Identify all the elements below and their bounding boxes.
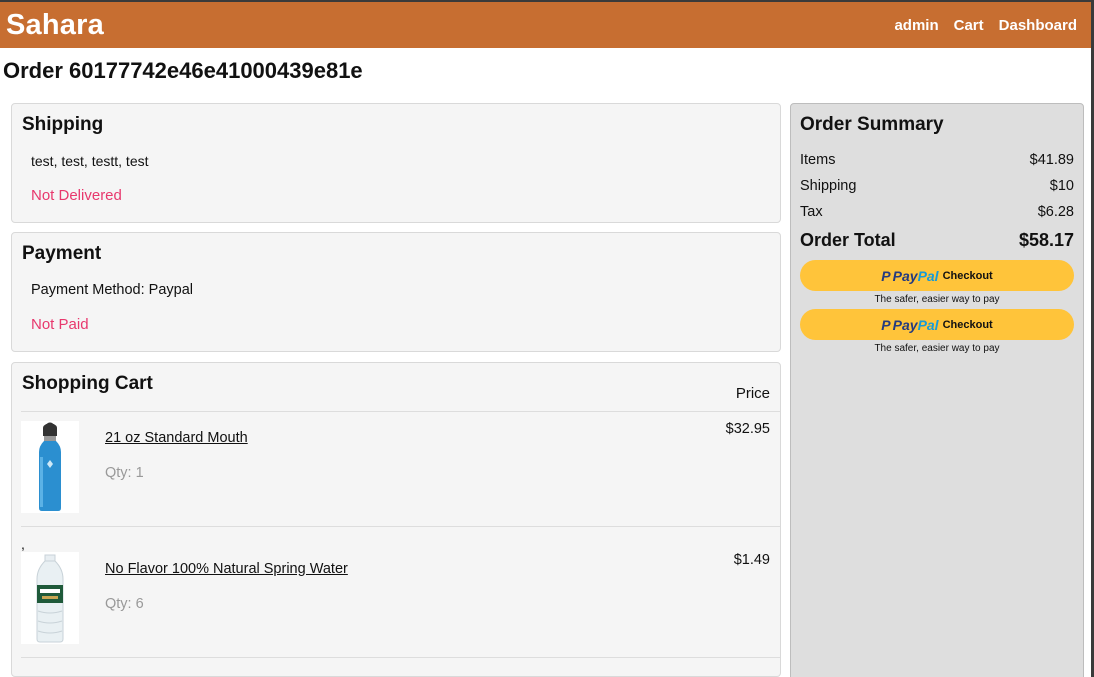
cart-divider [21,526,780,527]
summary-row-shipping: Shipping $10 [800,178,1074,194]
nav-cart-link[interactable]: Cart [954,17,984,34]
item-name-link[interactable]: 21 oz Standard Mouth [105,430,248,446]
item-quantity: Qty: 1 [105,465,144,481]
plastic-bottle-icon [36,554,64,643]
price-column-header: Price [735,385,770,402]
summary-heading: Order Summary [800,114,944,135]
paypal-checkout-button[interactable]: P Pay Pal Checkout [800,260,1074,291]
summary-label: Items [800,152,836,168]
cart-divider [21,411,780,412]
shipping-address: test, test, testt, test [31,153,149,169]
summary-row-items: Items $41.89 [800,152,1074,168]
paypal-logo-icon: P [881,316,891,333]
item-image-water-bottle [21,552,79,644]
shipping-card: Shipping test, test, testt, test Not Del… [11,103,781,223]
order-total-value: $58.17 [1018,230,1074,250]
paypal-pay-text: Pay [892,316,918,333]
paypal-checkout-label: Checkout [942,318,993,331]
page-title: Order 60177742e46e41000439e81e [3,58,363,83]
item-name-link[interactable]: No Flavor 100% Natural Spring Water [105,561,348,577]
summary-value: $6.28 [1037,204,1074,220]
payment-card: Payment Payment Method: Paypal Not Paid [11,232,781,352]
paypal-pal-text: Pal [917,316,939,333]
shipping-heading: Shipping [22,114,104,135]
summary-row-tax: Tax $6.28 [800,204,1074,220]
item-price: $32.95 [725,421,770,437]
payment-heading: Payment [22,243,102,264]
item-quantity: Qty: 6 [105,596,144,612]
item-price: $1.49 [733,552,770,568]
paypal-tagline: The safer, easier way to pay [874,294,1000,305]
paypal-checkout-button[interactable]: P Pay Pal Checkout [800,309,1074,340]
cart-divider [21,657,780,658]
summary-value: $41.89 [1029,152,1074,168]
top-navbar: Sahara admin Cart Dashboard [0,2,1091,48]
cart-heading: Shopping Cart [22,373,153,394]
paypal-pal-text: Pal [917,267,939,284]
paypal-pay-text: Pay [892,267,918,284]
summary-label: Tax [800,204,823,220]
payment-status: Not Paid [31,316,89,333]
summary-label: Shipping [800,178,857,194]
paypal-logo-icon: P [881,267,891,284]
delivery-status: Not Delivered [31,187,122,204]
summary-value: $10 [1049,178,1074,194]
summary-row-total: Order Total $58.17 [800,230,1074,251]
nav-admin-link[interactable]: admin [894,17,938,34]
stray-text: , [21,536,25,552]
water-bottle-icon [39,422,61,511]
shopping-cart-card: Shopping Cart Price 21 oz Standard Mouth… [11,362,781,677]
nav-links: admin Cart Dashboard [894,17,1077,34]
item-image-bottle [21,421,79,513]
nav-dashboard-link[interactable]: Dashboard [999,17,1077,34]
order-summary-panel: Order Summary Items $41.89 Shipping $10 … [790,103,1084,677]
paypal-tagline: The safer, easier way to pay [874,343,1000,354]
payment-method: Payment Method: Paypal [31,282,194,298]
paypal-checkout-label: Checkout [942,269,993,282]
brand-logo-link[interactable]: Sahara [6,9,104,42]
order-total-label: Order Total [800,230,896,250]
